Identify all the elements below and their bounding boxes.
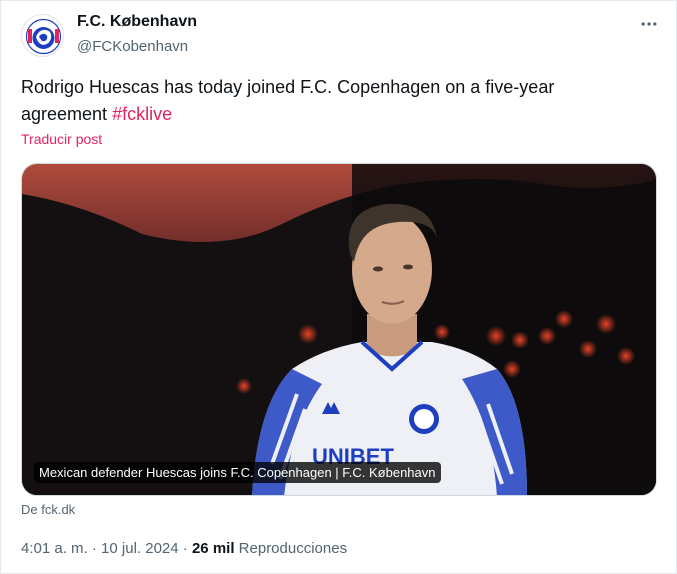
author-handle[interactable]: @FCKobenhavn	[77, 38, 188, 55]
hashtag-link[interactable]: #fcklive	[112, 104, 172, 124]
tweet-text: Rodrigo Huescas has today joined F.C. Co…	[21, 74, 641, 128]
player-photo: UNIBET	[22, 164, 656, 495]
tweet-time[interactable]: 4:01 a. m.	[21, 540, 88, 557]
link-preview-title: Mexican defender Huescas joins F.C. Cope…	[34, 462, 441, 483]
tweet-date[interactable]: 10 jul. 2024	[101, 540, 179, 557]
author-avatar[interactable]	[21, 14, 64, 57]
views-count: 26 mil	[191, 540, 235, 557]
more-options-button[interactable]	[636, 13, 662, 35]
translate-post-link[interactable]: Traducir post	[21, 131, 102, 147]
author-name[interactable]: F.C. København	[77, 13, 197, 31]
meta-separator: ·	[87, 540, 102, 557]
fck-lion-crest-icon	[23, 16, 63, 56]
meta-separator: ·	[178, 540, 192, 557]
tweet-metadata: 4:01 a. m. · 10 jul. 2024 · 26 mil Repro…	[21, 540, 347, 557]
link-preview-card[interactable]: UNIBET Mexican defender Huescas joins F.…	[21, 163, 657, 496]
link-source[interactable]: De fck.dk	[21, 502, 75, 517]
tweet-body: Rodrigo Huescas has today joined F.C. Co…	[21, 77, 555, 124]
ellipsis-icon	[641, 22, 657, 26]
views-label: Reproducciones	[238, 540, 348, 557]
tweet-card: F.C. København @FCKobenhavn Rodrigo Hues…	[0, 0, 677, 574]
